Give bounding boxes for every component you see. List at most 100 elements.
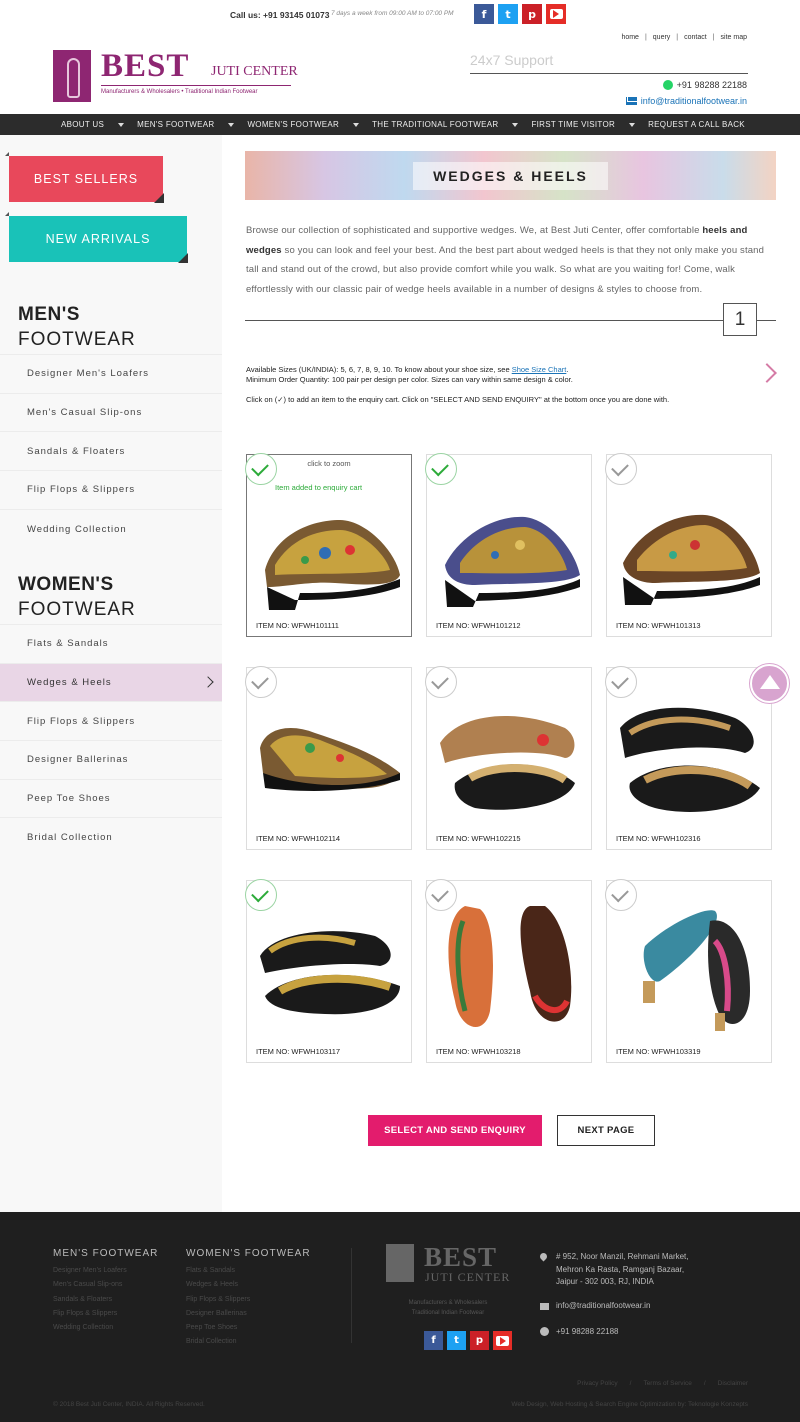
- product-card[interactable]: ITEM NO: WFWH103117: [245, 879, 412, 1063]
- facebook-icon[interactable]: f: [474, 4, 494, 24]
- product-card[interactable]: ITEM NO: WFWH103218: [425, 879, 592, 1063]
- logo[interactable]: BEST JUTI CENTER Manufacturers & Wholesa…: [53, 50, 301, 102]
- item-number: ITEM NO: WFWH102215: [436, 834, 521, 843]
- product-card[interactable]: ITEM NO: WFWH101212: [425, 453, 592, 637]
- footer-link[interactable]: Flats & Sandals: [186, 1264, 250, 1278]
- shoe-size-chart-link[interactable]: Shoe Size Chart: [512, 365, 567, 374]
- new-arrivals-button[interactable]: NEW ARRIVALS: [5, 212, 188, 263]
- caret-down-icon: [228, 122, 235, 127]
- item-number: ITEM NO: WFWH103117: [256, 1047, 341, 1056]
- credit[interactable]: Web Design, Web Hosting & Search Engine …: [511, 1401, 748, 1408]
- sidebar-item-mens-casual-slip-ons[interactable]: Men's Casual Slip-ons: [0, 394, 222, 433]
- footer-logo-icon: [386, 1244, 414, 1282]
- shoe-image[interactable]: [435, 901, 585, 1041]
- sidebar-item-bridal-collection[interactable]: Bridal Collection: [0, 818, 222, 857]
- sidebar-item-sandals-floaters[interactable]: Sandals & Floaters: [0, 432, 222, 472]
- nav-request-call-back[interactable]: REQUEST A CALL BACK: [648, 120, 745, 129]
- copyright: © 2018 Best Juti Center, INDIA. All Righ…: [53, 1401, 205, 1408]
- shoe-image[interactable]: [255, 475, 405, 615]
- link-contact[interactable]: contact: [684, 34, 707, 41]
- select-check-icon[interactable]: [245, 666, 277, 698]
- item-number: ITEM NO: WFWH101212: [436, 621, 521, 630]
- nav-traditional-footwear[interactable]: THE TRADITIONAL FOOTWEAR: [372, 120, 531, 129]
- footer-link[interactable]: Flip Flops & Slippers: [186, 1293, 250, 1307]
- email-text: info@traditionalfootwear.in: [640, 96, 747, 106]
- scroll-to-top-button[interactable]: [750, 664, 789, 703]
- youtube-icon[interactable]: [546, 4, 566, 24]
- select-send-enquiry-button[interactable]: SELECT AND SEND ENQUIRY: [368, 1115, 542, 1146]
- nav-first-time-visitor[interactable]: FIRST TIME VISITOR: [531, 120, 648, 129]
- nav-womens-footwear[interactable]: WOMEN'S FOOTWEAR: [247, 120, 372, 129]
- select-check-icon[interactable]: [605, 879, 637, 911]
- support-email[interactable]: info@traditionalfootwear.in: [625, 96, 747, 106]
- link-query[interactable]: query: [653, 34, 671, 41]
- shoe-image[interactable]: [255, 901, 405, 1041]
- footer-link[interactable]: Wedding Collection: [53, 1321, 127, 1335]
- footer-link[interactable]: Peep Toe Shoes: [186, 1321, 250, 1335]
- select-check-icon[interactable]: [245, 453, 277, 485]
- next-arrow-icon[interactable]: [757, 363, 777, 383]
- sidebar-item-peep-toe-shoes[interactable]: Peep Toe Shoes: [0, 780, 222, 819]
- facebook-icon[interactable]: f: [424, 1331, 443, 1350]
- disclaimer-link[interactable]: Disclaimer: [718, 1380, 748, 1387]
- next-page-button[interactable]: NEXT PAGE: [557, 1115, 655, 1146]
- logo-shoe-icon: [53, 50, 91, 102]
- youtube-icon[interactable]: [493, 1331, 512, 1350]
- footer-link[interactable]: Bridal Collection: [186, 1335, 250, 1349]
- sidebar-item-flats-sandals[interactable]: Flats & Sandals: [0, 625, 222, 664]
- shoe-image[interactable]: [615, 901, 765, 1041]
- sidebar-item-designer-mens-loafers[interactable]: Designer Men's Loafers: [0, 355, 222, 394]
- category-banner: WEDGES & HEELS: [245, 151, 776, 200]
- item-number: ITEM NO: WFWH102316: [616, 834, 701, 843]
- select-check-icon[interactable]: [425, 879, 457, 911]
- product-card[interactable]: ITEM NO: WFWH101313: [605, 453, 772, 637]
- footer-email[interactable]: info@traditionalfootwear.in: [556, 1300, 650, 1313]
- main-nav: ABOUT US MEN'S FOOTWEAR WOMEN'S FOOTWEAR…: [0, 114, 800, 135]
- support-phone[interactable]: +91 98288 22188: [662, 80, 747, 90]
- select-check-icon[interactable]: [425, 666, 457, 698]
- sidebar-item-designer-ballerinas[interactable]: Designer Ballerinas: [0, 741, 222, 780]
- best-sellers-button[interactable]: BEST SELLERS: [5, 152, 164, 203]
- item-number: ITEM NO: WFWH103319: [616, 1047, 701, 1056]
- product-card[interactable]: ITEM NO: WFWH103319: [605, 879, 772, 1063]
- select-check-icon[interactable]: [605, 666, 637, 698]
- sidebar-item-wedges-heels[interactable]: Wedges & Heels: [0, 663, 222, 703]
- shoe-image[interactable]: [435, 688, 585, 828]
- select-check-icon[interactable]: [245, 879, 277, 911]
- footer-womens-list: Flats & Sandals Wedges & Heels Flip Flop…: [186, 1264, 250, 1350]
- sidebar-item-womens-flip-flops[interactable]: Flip Flops & Slippers: [0, 702, 222, 742]
- select-check-icon[interactable]: [605, 453, 637, 485]
- footer-link[interactable]: Men's Casual Slip-ons: [53, 1278, 127, 1292]
- shoe-image[interactable]: [255, 688, 405, 828]
- pinterest-icon[interactable]: p: [522, 4, 542, 24]
- shoe-image[interactable]: [435, 475, 585, 615]
- twitter-icon[interactable]: t: [498, 4, 518, 24]
- product-card[interactable]: click to zoom Item added to enquiry cart…: [245, 453, 412, 637]
- twitter-icon[interactable]: t: [447, 1331, 466, 1350]
- min-order-text: Minimum Order Quantity: 100 pair per des…: [246, 374, 573, 384]
- link-home[interactable]: home: [621, 34, 639, 41]
- footer-phone[interactable]: +91 98288 22188: [556, 1326, 619, 1339]
- terms-link[interactable]: Terms of Service: [643, 1380, 691, 1387]
- product-card[interactable]: ITEM NO: WFWH102316: [605, 666, 772, 850]
- shoe-image[interactable]: [615, 688, 765, 828]
- product-card[interactable]: ITEM NO: WFWH102215: [425, 666, 592, 850]
- privacy-policy-link[interactable]: Privacy Policy: [577, 1380, 617, 1387]
- footer-link[interactable]: Designer Men's Loafers: [53, 1264, 127, 1278]
- select-check-icon[interactable]: [425, 453, 457, 485]
- logo-tagline: Manufacturers & Wholesalers • Traditiona…: [101, 89, 258, 95]
- footer-link[interactable]: Sandals & Floaters: [53, 1293, 127, 1307]
- nav-about-us[interactable]: ABOUT US: [61, 120, 137, 129]
- sidebar-item-wedding-collection[interactable]: Wedding Collection: [0, 510, 222, 549]
- link-site-map[interactable]: site map: [721, 34, 747, 41]
- sizes-info: Available Sizes (UK/INDIA): 5, 6, 7, 8, …: [246, 365, 573, 384]
- footer-link[interactable]: Wedges & Heels: [186, 1278, 250, 1292]
- product-card[interactable]: ITEM NO: WFWH102114: [245, 666, 412, 850]
- sidebar-item-mens-flip-flops[interactable]: Flip Flops & Slippers: [0, 471, 222, 510]
- shoe-image[interactable]: [615, 475, 765, 615]
- footer-link[interactable]: Flip Flops & Slippers: [53, 1307, 127, 1321]
- footer-link[interactable]: Designer Ballerinas: [186, 1307, 250, 1321]
- page-title: WEDGES & HEELS: [413, 161, 608, 190]
- pinterest-icon[interactable]: p: [470, 1331, 489, 1350]
- nav-mens-footwear[interactable]: MEN'S FOOTWEAR: [137, 120, 247, 129]
